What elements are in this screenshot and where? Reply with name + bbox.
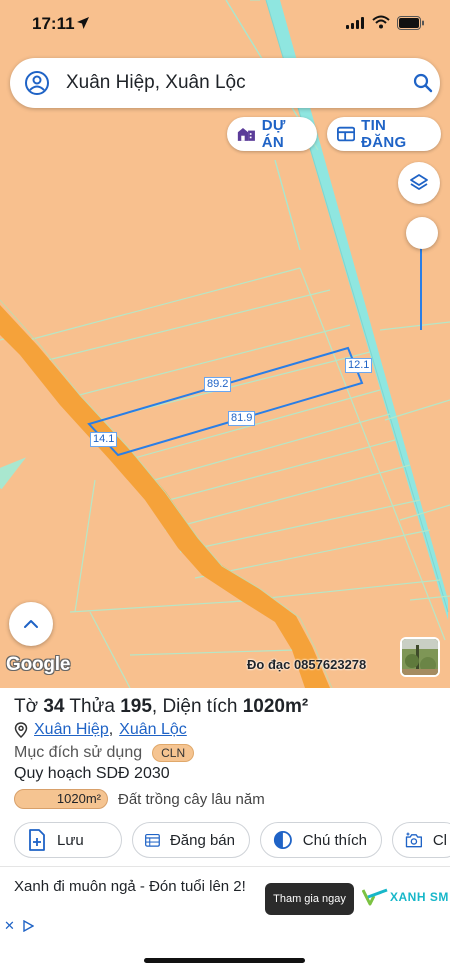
save-label: Lưu: [57, 831, 84, 849]
plan-area-pill: 1020m²: [14, 789, 108, 809]
projects-chip-label: DỰ ÁN: [261, 117, 286, 151]
search-query[interactable]: Xuân Hiệp, Xuân Lộc: [66, 72, 246, 94]
contrast-icon: [273, 831, 292, 849]
layers-button[interactable]: [398, 162, 440, 204]
measure-contact[interactable]: Đo đạc 0857623278: [247, 657, 366, 672]
buildings-icon: [237, 128, 255, 141]
post-sale-label: Đăng bán: [169, 831, 235, 849]
add-document-icon: [29, 829, 45, 851]
street-view-image: [402, 639, 438, 675]
map-pin-icon: [14, 722, 28, 738]
plan-area-description: Đất trồng cây lâu năm: [118, 790, 265, 808]
home-indicator[interactable]: [144, 958, 305, 963]
save-button[interactable]: Lưu: [14, 822, 122, 858]
dimension-right: 12.1: [345, 358, 373, 373]
ad-brand: XANH SM: [362, 887, 449, 907]
home-indicator-area: [0, 936, 450, 972]
parcel-boundaries: [0, 267, 450, 688]
layers-icon: [410, 174, 428, 190]
wifi-icon: [372, 15, 390, 29]
ad-choices-icon[interactable]: [22, 920, 34, 932]
ad-brand-name: XANH SM: [390, 890, 449, 904]
listings-chip-label: TIN ĐĂNG: [361, 117, 407, 151]
camera-add-icon: [405, 832, 423, 848]
listings-icon: [337, 126, 356, 142]
ad-banner[interactable]: Xanh đi muôn ngả - Đón tuổi lên 2! Tham …: [0, 866, 450, 936]
opacity-slider-handle[interactable]: [406, 217, 438, 249]
area-value: 1020m²: [242, 696, 309, 717]
area-label: , Diện tích: [151, 696, 243, 717]
purpose-label: Mục đích sử dụng: [14, 744, 143, 761]
photo-label: Cl: [432, 831, 447, 849]
signal-icon: [346, 17, 364, 29]
listings-chip[interactable]: TIN ĐĂNG: [327, 117, 441, 151]
action-bar: Lưu Đăng bán Chú thích Cl: [14, 822, 450, 858]
sheet-label: Tờ: [14, 696, 44, 717]
legend-button[interactable]: Chú thích: [260, 822, 382, 858]
parcel-location: Xuân Hiệp, Xuân Lộc: [14, 721, 187, 739]
plot-label: Thửa: [64, 696, 121, 717]
parcel-info-panel: Tờ 34 Thửa 195, Diện tích 1020m² Xuân Hi…: [0, 688, 450, 866]
dimension-bottom: 81.9: [228, 411, 256, 426]
ad-cta-button[interactable]: Tham gia ngay: [265, 883, 354, 915]
ad-text: Xanh đi muôn ngả - Đón tuổi lên 2!: [14, 878, 246, 895]
location-arrow-icon: [77, 17, 89, 29]
sheet-number: 34: [43, 696, 65, 717]
post-sale-button[interactable]: Đăng bán: [132, 822, 250, 858]
account-icon[interactable]: [24, 70, 50, 96]
ad-close-icon[interactable]: ✕: [4, 918, 15, 934]
battery-icon: [397, 16, 424, 30]
search-icon[interactable]: [412, 72, 434, 94]
status-bar: 17:11: [0, 0, 450, 50]
opacity-slider-track[interactable]: [420, 244, 422, 330]
chevron-up-icon: [24, 620, 38, 628]
search-bar[interactable]: Xuân Hiệp, Xuân Lộc: [10, 58, 440, 108]
expand-up-button[interactable]: [9, 602, 53, 646]
district-link[interactable]: Xuân Lộc: [119, 721, 187, 739]
plan-title: Quy hoạch SDĐ 2030: [14, 765, 170, 782]
status-time: 17:11: [32, 14, 75, 33]
street-view-thumbnail[interactable]: [400, 637, 440, 677]
land-use-purpose: Mục đích sử dụng CLN: [14, 744, 195, 762]
photo-button[interactable]: Cl: [392, 822, 450, 858]
calendar-grid-icon: [145, 833, 160, 847]
plan-area-row: 1020m² Đất trồng cây lâu năm: [14, 789, 265, 809]
legend-label: Chú thích: [302, 831, 367, 849]
plot-number: 195: [120, 696, 152, 717]
parcel-title: Tờ 34 Thửa 195, Diện tích 1020m²: [14, 696, 308, 718]
projects-chip[interactable]: DỰ ÁN: [227, 117, 317, 151]
dimension-left: 14.1: [90, 432, 118, 447]
dimension-top: 89.2: [204, 377, 232, 392]
ward-link[interactable]: Xuân Hiệp: [34, 721, 109, 739]
brand-logo-icon: [362, 888, 388, 906]
purpose-code-badge: CLN: [152, 744, 195, 762]
google-logo: Google: [6, 654, 71, 675]
